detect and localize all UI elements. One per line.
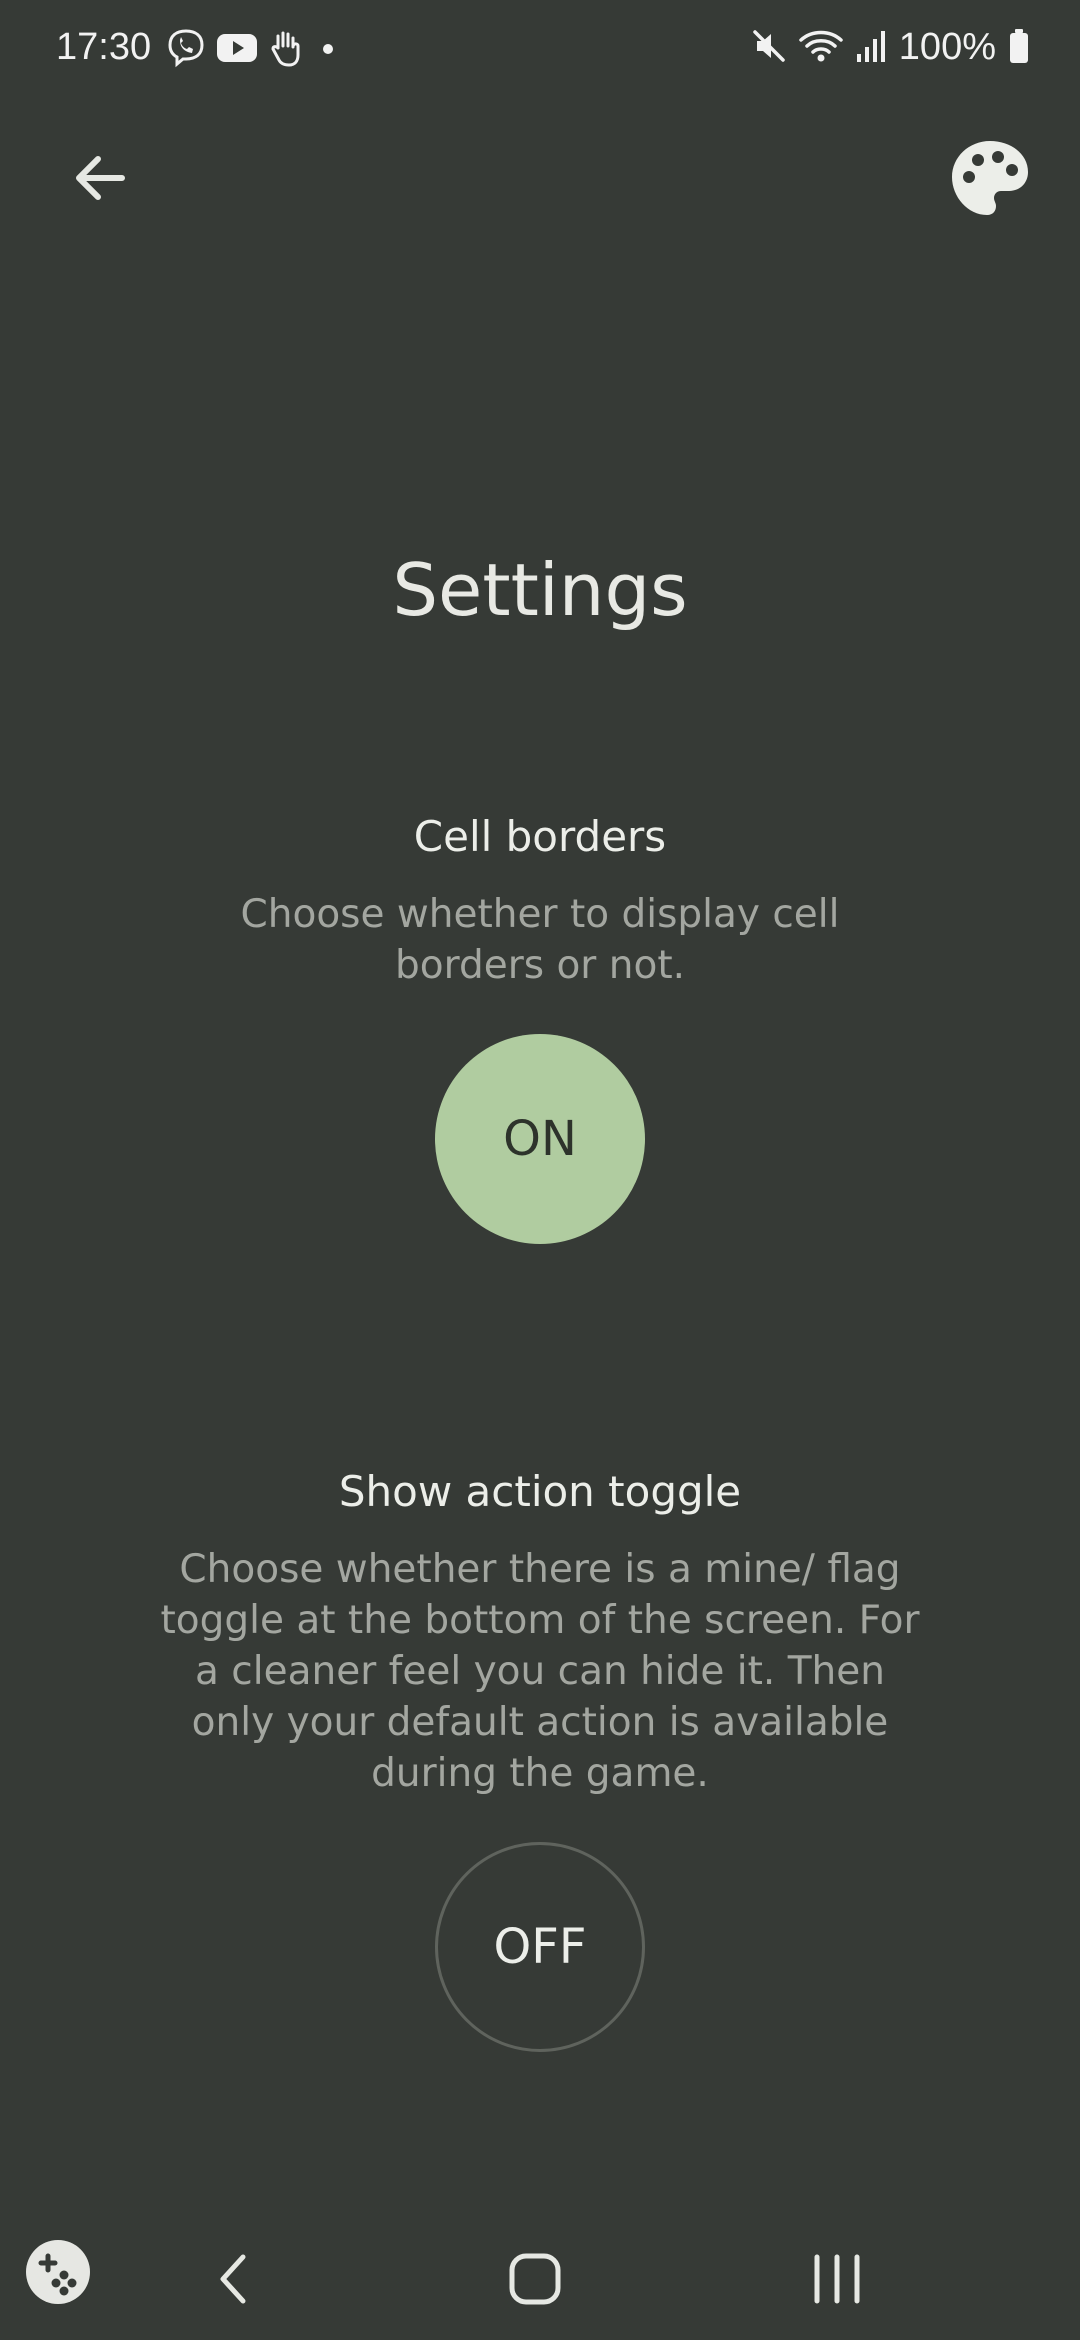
nav-back-icon	[220, 2254, 246, 2304]
nav-home-button[interactable]	[490, 2234, 580, 2324]
page-title: Settings	[392, 548, 688, 632]
viber-icon	[166, 28, 206, 72]
setting-description: Choose whether to display cell borders o…	[240, 892, 840, 988]
back-button[interactable]	[52, 130, 148, 226]
battery-percentage: 100%	[898, 26, 996, 68]
setting-show-action-toggle: Show action toggle Choose whether there …	[0, 1467, 1080, 1799]
youtube-icon	[216, 32, 258, 68]
battery-icon	[1008, 28, 1030, 68]
wifi-icon	[799, 28, 843, 68]
toggle-label: OFF	[493, 1919, 587, 1975]
status-bar: 17:30 100%	[0, 0, 1080, 100]
nav-back-button[interactable]	[188, 2234, 278, 2324]
setting-description: Choose whether there is a mine/ flag tog…	[160, 1547, 920, 1796]
cell-borders-toggle[interactable]: ON	[435, 1034, 645, 1244]
toggle-label: ON	[503, 1111, 577, 1167]
dot-icon	[316, 28, 340, 72]
navigation-bar	[0, 2220, 1080, 2340]
status-time: 17:30	[56, 26, 152, 68]
nav-recents-icon	[814, 2254, 860, 2304]
setting-title: Show action toggle	[338, 1467, 742, 1516]
mute-icon	[751, 28, 787, 68]
signal-icon	[855, 28, 887, 68]
hand-icon	[268, 28, 306, 72]
nav-home-icon	[509, 2253, 561, 2305]
game-launcher-icon[interactable]	[26, 2240, 90, 2304]
nav-recents-button[interactable]	[792, 2234, 882, 2324]
action-toggle-toggle[interactable]: OFF	[435, 1842, 645, 2052]
theme-palette-button[interactable]	[942, 130, 1038, 226]
setting-cell-borders: Cell borders Choose whether to display c…	[0, 812, 1080, 991]
arrow-left-icon	[76, 156, 125, 200]
system-status: 100%	[751, 26, 1030, 69]
setting-title: Cell borders	[413, 812, 667, 861]
notification-icons	[166, 28, 340, 72]
palette-icon	[952, 141, 1028, 215]
